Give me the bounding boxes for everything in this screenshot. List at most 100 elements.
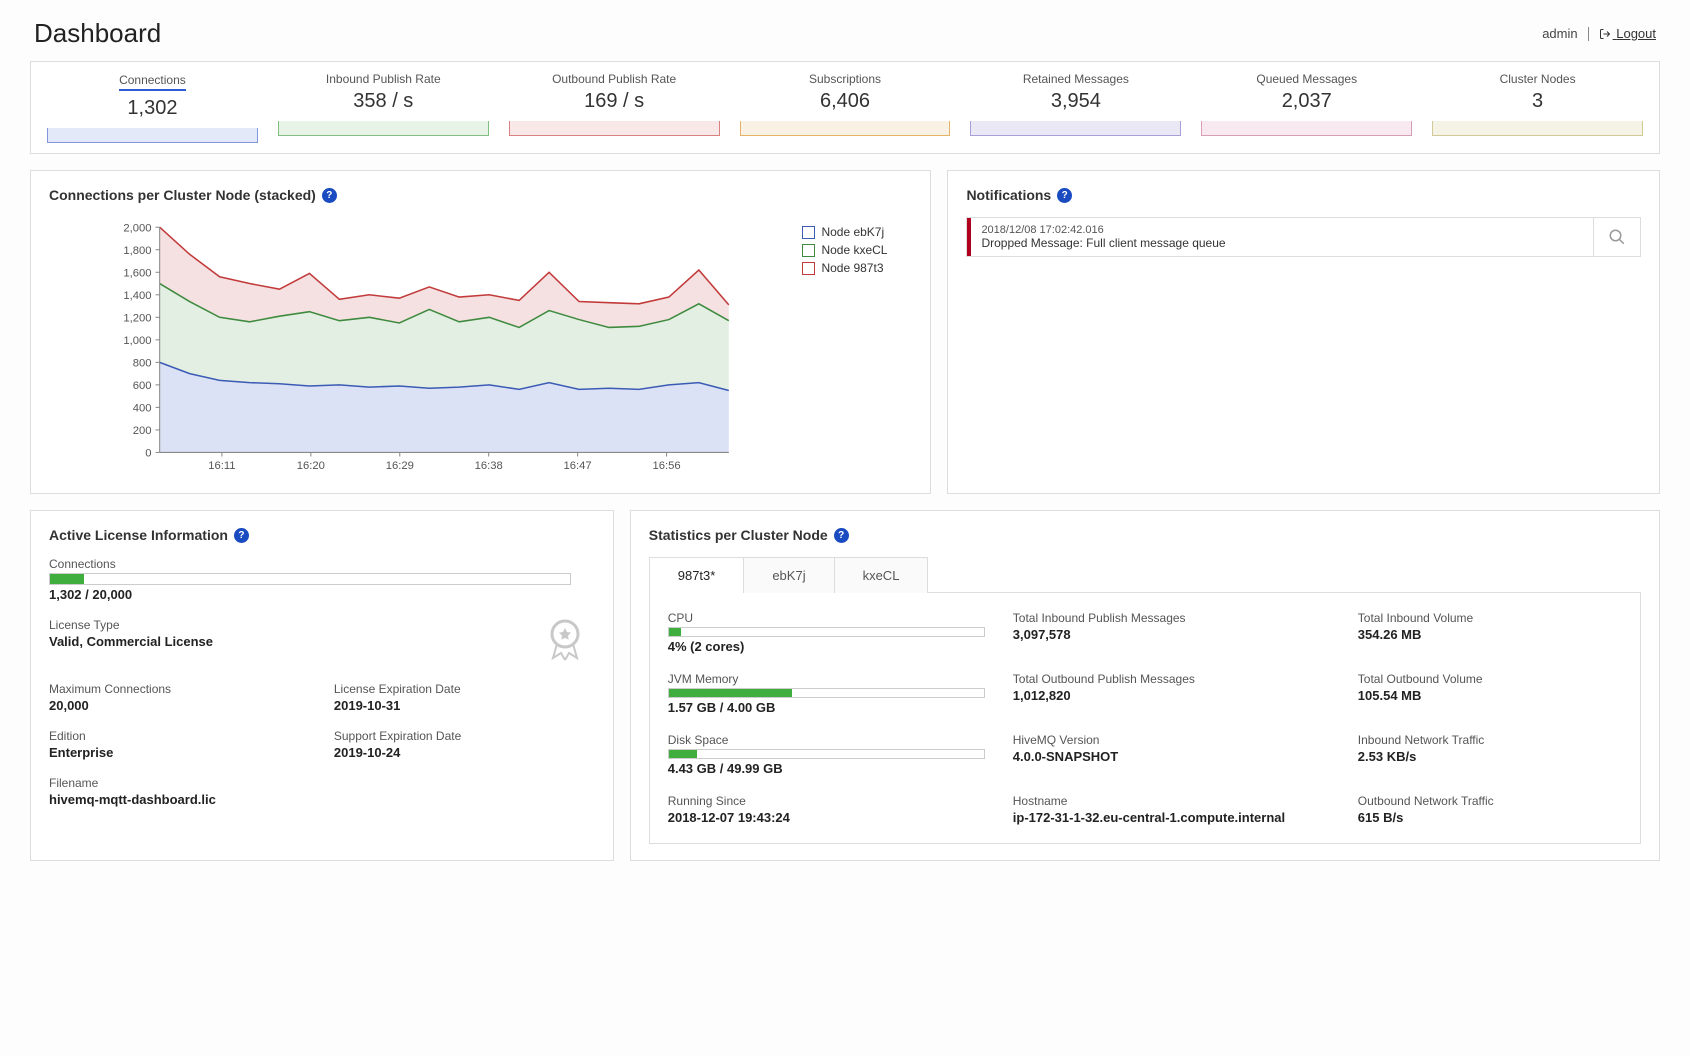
help-icon[interactable]: ? — [322, 188, 337, 203]
notification-list: 2018/12/08 17:02:42.016Dropped Message: … — [966, 217, 1641, 257]
svg-text:1,800: 1,800 — [123, 245, 151, 257]
tov-value: 105.54 MB — [1358, 688, 1622, 703]
metric-label: Outbound Publish Rate — [501, 72, 728, 86]
legend-label: Node ebK7j — [821, 225, 884, 239]
license-card: Active License Information ? Connections… — [30, 510, 614, 861]
svg-text:600: 600 — [133, 380, 152, 392]
license-type-label: License Type — [49, 618, 521, 632]
disk-bar — [668, 749, 985, 759]
tov-label: Total Outbound Volume — [1358, 672, 1622, 686]
license-sup-value: 2019-10-24 — [334, 745, 595, 760]
certified-badge-icon — [545, 618, 595, 666]
tout-value: 1,012,820 — [1013, 688, 1330, 703]
metric-value: 6,406 — [732, 90, 959, 113]
metric-tile[interactable]: Connections1,302 — [37, 72, 268, 143]
search-icon — [1608, 228, 1626, 246]
metric-tile[interactable]: Inbound Publish Rate 358 / s — [268, 72, 499, 143]
tin-value: 3,097,578 — [1013, 627, 1330, 642]
node-stats-body: CPU 4% (2 cores) Total Inbound Publish M… — [649, 592, 1641, 844]
metric-value: 3 — [1424, 90, 1651, 113]
license-connections-bar — [49, 573, 571, 585]
jvm-label: JVM Memory — [668, 672, 985, 686]
license-max-value: 20,000 — [49, 698, 310, 713]
separator — [1588, 27, 1589, 41]
license-file-value: hivemq-mqtt-dashboard.lic — [49, 792, 310, 807]
notification-timestamp: 2018/12/08 17:02:42.016 — [981, 224, 1583, 236]
legend-label: Node 987t3 — [821, 261, 883, 275]
node-stats-card: Statistics per Cluster Node ? 987t3*ebK7… — [630, 510, 1660, 861]
metric-value: 358 / s — [270, 90, 497, 113]
ont-value: 615 B/s — [1358, 810, 1622, 825]
svg-text:16:56: 16:56 — [652, 460, 680, 472]
jvm-value: 1.57 GB / 4.00 GB — [668, 700, 985, 715]
metric-tile[interactable]: Retained Messages 3,954 — [960, 72, 1191, 143]
metric-tile[interactable]: Cluster Nodes 3 — [1422, 72, 1653, 143]
current-user: admin — [1542, 26, 1577, 41]
tiv-label: Total Inbound Volume — [1358, 611, 1622, 625]
svg-text:400: 400 — [133, 402, 152, 414]
disk-value: 4.43 GB / 49.99 GB — [668, 761, 985, 776]
logout-label: Logout — [1616, 26, 1656, 41]
node-tabs: 987t3*ebK7jkxeCL — [649, 557, 1641, 593]
metric-label: Retained Messages — [962, 72, 1189, 86]
metric-sparkline — [1201, 121, 1412, 136]
logout-link[interactable]: Logout — [1599, 26, 1656, 41]
metric-tile[interactable]: Subscriptions 6,406 — [730, 72, 961, 143]
svg-text:2,000: 2,000 — [123, 222, 151, 234]
metrics-strip: Connections1,302Inbound Publish Rate 358 … — [30, 61, 1660, 154]
legend-item[interactable]: Node kxeCL — [802, 243, 912, 257]
node-tab[interactable]: kxeCL — [834, 557, 929, 593]
svg-text:16:29: 16:29 — [386, 460, 414, 472]
metric-value: 3,954 — [962, 90, 1189, 113]
svg-text:0: 0 — [145, 448, 151, 460]
metric-label: Cluster Nodes — [1424, 72, 1651, 86]
since-label: Running Since — [668, 794, 985, 808]
svg-text:200: 200 — [133, 425, 152, 437]
notification-item: 2018/12/08 17:02:42.016Dropped Message: … — [966, 217, 1641, 257]
svg-text:1,600: 1,600 — [123, 267, 151, 279]
license-connections-value: 1,302 / 20,000 — [49, 587, 571, 602]
metric-label: Subscriptions — [732, 72, 959, 86]
metric-tile[interactable]: Outbound Publish Rate 169 / s — [499, 72, 730, 143]
legend-item[interactable]: Node 987t3 — [802, 261, 912, 275]
host-value: ip-172-31-1-32.eu-central-1.compute.inte… — [1013, 810, 1330, 825]
metric-tile[interactable]: Queued Messages2,037 — [1191, 72, 1422, 143]
chart-body: 2,0001,8001,6001,4001,2001,0008006004002… — [49, 217, 794, 477]
notifications-title: Notifications — [966, 187, 1051, 203]
notification-message: Dropped Message: Full client message que… — [981, 236, 1583, 250]
legend-item[interactable]: Node ebK7j — [802, 225, 912, 239]
node-tab[interactable]: 987t3* — [649, 557, 745, 593]
metric-sparkline — [278, 121, 489, 136]
ont-label: Outbound Network Traffic — [1358, 794, 1622, 808]
license-exp-value: 2019-10-31 — [334, 698, 595, 713]
license-edition-value: Enterprise — [49, 745, 310, 760]
help-icon[interactable]: ? — [234, 528, 249, 543]
legend-swatch-icon — [802, 226, 815, 239]
svg-text:1,200: 1,200 — [123, 312, 151, 324]
tin-label: Total Inbound Publish Messages — [1013, 611, 1330, 625]
help-icon[interactable]: ? — [1057, 188, 1072, 203]
metric-value: 169 / s — [501, 90, 728, 113]
svg-text:16:11: 16:11 — [208, 460, 235, 472]
stacked-area-chart: 2,0001,8001,6001,4001,2001,0008006004002… — [49, 217, 794, 477]
disk-label: Disk Space — [668, 733, 985, 747]
license-file-label: Filename — [49, 776, 310, 790]
notification-inspect-button[interactable] — [1593, 218, 1640, 256]
metric-sparkline — [509, 121, 720, 136]
page-title: Dashboard — [34, 18, 161, 49]
metric-sparkline — [740, 121, 951, 136]
chart-legend: Node ebK7j Node kxeCL Node 987t3 — [794, 217, 912, 477]
svg-text:800: 800 — [133, 357, 152, 369]
metric-label: Inbound Publish Rate — [270, 72, 497, 86]
since-value: 2018-12-07 19:43:24 — [668, 810, 985, 825]
license-edition-label: Edition — [49, 729, 310, 743]
legend-swatch-icon — [802, 262, 815, 275]
ver-label: HiveMQ Version — [1013, 733, 1330, 747]
int-label: Inbound Network Traffic — [1358, 733, 1622, 747]
ver-value: 4.0.0-SNAPSHOT — [1013, 749, 1330, 764]
license-connections-label: Connections — [49, 557, 571, 571]
metric-label: Queued Messages — [1193, 72, 1420, 86]
help-icon[interactable]: ? — [834, 528, 849, 543]
svg-text:16:38: 16:38 — [475, 460, 503, 472]
node-tab[interactable]: ebK7j — [743, 557, 834, 593]
